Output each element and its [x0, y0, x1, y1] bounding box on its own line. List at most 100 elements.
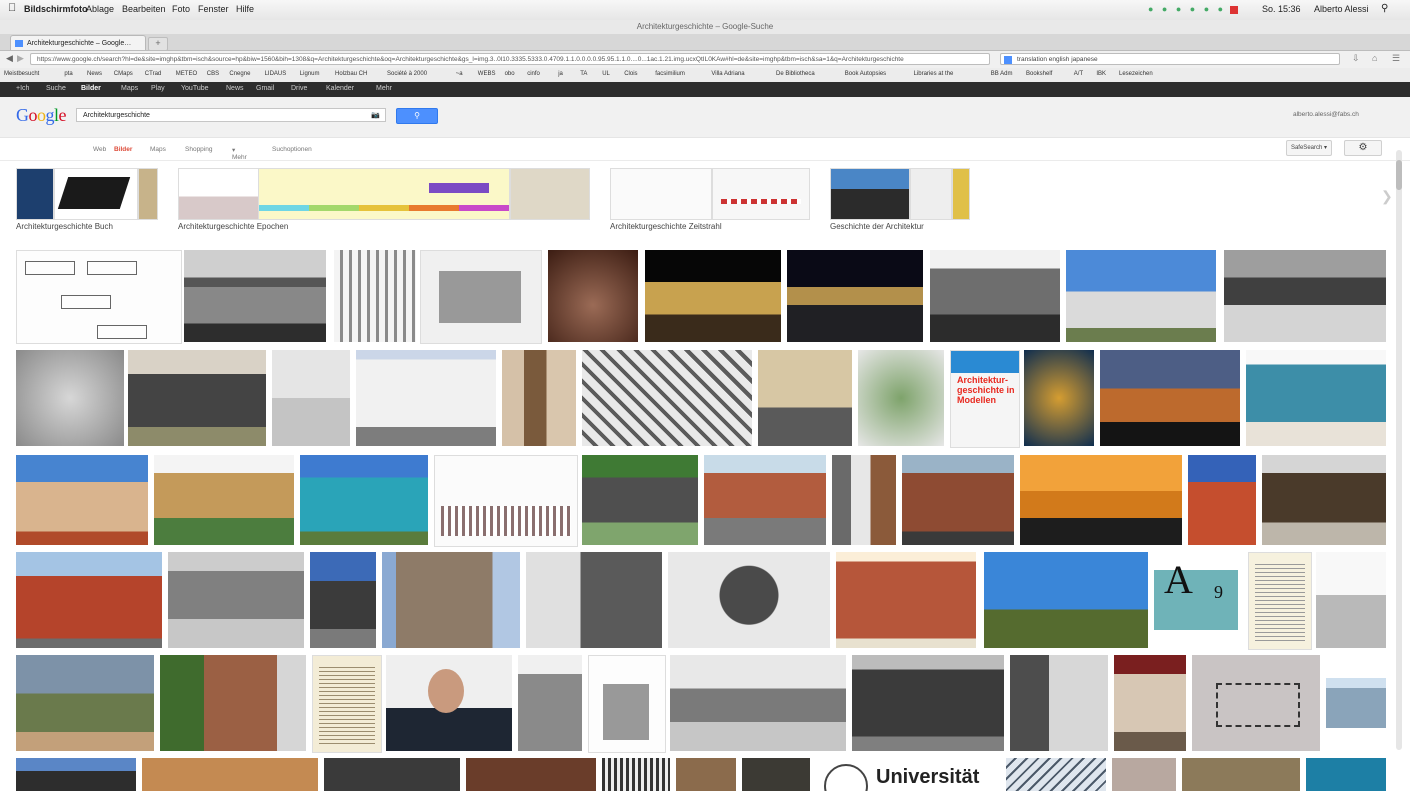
- gbar-item[interactable]: Drive: [291, 85, 307, 92]
- result-image[interactable]: [668, 552, 830, 648]
- result-image[interactable]: [548, 250, 638, 342]
- result-image[interactable]: [160, 655, 306, 751]
- tab-shopping[interactable]: Shopping: [185, 146, 212, 153]
- result-image[interactable]: [836, 552, 976, 648]
- result-image[interactable]: [142, 758, 318, 791]
- related-thumb-3b[interactable]: [712, 168, 810, 220]
- result-image[interactable]: [334, 250, 416, 342]
- result-image[interactable]: [1066, 250, 1216, 342]
- result-image[interactable]: [1024, 350, 1094, 446]
- result-image[interactable]: [356, 350, 496, 446]
- bookmark-item[interactable]: Holzbau CH: [335, 71, 367, 77]
- gbar-item[interactable]: Maps: [121, 85, 138, 92]
- gbar-item[interactable]: Mehr: [376, 85, 392, 92]
- gbar-item[interactable]: Kalender: [326, 85, 354, 92]
- result-image[interactable]: [582, 350, 752, 446]
- gbar-item[interactable]: News: [226, 85, 244, 92]
- bookmark-item[interactable]: Clois: [624, 71, 637, 77]
- bookmark-item[interactable]: CMaps: [114, 71, 133, 77]
- related-label-2[interactable]: Architekturgeschichte Epochen: [178, 222, 288, 231]
- result-image[interactable]: [1188, 455, 1256, 545]
- menu-hilfe[interactable]: Hilfe: [236, 4, 254, 14]
- result-image[interactable]: [300, 455, 428, 545]
- spotlight-search-icon[interactable]: ⚲: [1381, 3, 1388, 14]
- menu-foto[interactable]: Foto: [172, 4, 190, 14]
- result-image[interactable]: [902, 455, 1014, 545]
- result-image[interactable]: [602, 758, 670, 791]
- bookmark-item[interactable]: UL: [602, 71, 610, 77]
- url-bar[interactable]: https://www.google.ch/search?hl=de&site=…: [30, 53, 990, 65]
- related-thumb-2b[interactable]: [258, 168, 510, 220]
- menubar-clock[interactable]: So. 15:36: [1262, 4, 1301, 14]
- gbar-item[interactable]: Bilder: [81, 85, 101, 92]
- menu-ablage[interactable]: Ablage: [86, 4, 114, 14]
- new-tab-button[interactable]: +: [148, 37, 168, 51]
- result-image[interactable]: [526, 552, 662, 648]
- result-image[interactable]: [1112, 758, 1176, 791]
- result-image[interactable]: A 9: [1154, 552, 1242, 648]
- result-image[interactable]: [852, 655, 1004, 751]
- tab-bilder[interactable]: Bilder: [114, 146, 132, 153]
- bookmark-item[interactable]: Société à 2000: [387, 71, 427, 77]
- related-label-1[interactable]: Architekturgeschichte Buch: [16, 222, 113, 231]
- result-image[interactable]: [1192, 655, 1320, 751]
- bookmark-item[interactable]: ja: [558, 71, 563, 77]
- gbar-item[interactable]: Suche: [46, 85, 66, 92]
- gbar-item[interactable]: Play: [151, 85, 165, 92]
- bookmark-item[interactable]: CBS: [207, 71, 219, 77]
- result-image[interactable]: [466, 758, 596, 791]
- bookmark-item[interactable]: Villa Adriana: [711, 71, 744, 77]
- menu-bearbeiten[interactable]: Bearbeiten: [122, 4, 166, 14]
- result-image[interactable]: [272, 350, 350, 446]
- account-user[interactable]: alberto.alessi@fabs.ch: [1293, 111, 1359, 118]
- result-image[interactable]: [386, 655, 512, 751]
- menubar-user[interactable]: Alberto Alessi: [1314, 4, 1369, 14]
- bookmark-item[interactable]: pta: [64, 71, 72, 77]
- bookmark-item[interactable]: obo: [505, 71, 515, 77]
- result-image[interactable]: [154, 455, 294, 545]
- result-image[interactable]: [984, 552, 1148, 648]
- result-image[interactable]: [670, 655, 846, 751]
- bookmark-item[interactable]: METEO: [176, 71, 197, 77]
- menu-app-name[interactable]: Bildschirmfoto: [24, 4, 88, 14]
- bookmark-item[interactable]: Meistbesucht: [4, 71, 39, 77]
- related-thumb-2c[interactable]: [510, 168, 590, 220]
- menu-fenster[interactable]: Fenster: [198, 4, 229, 14]
- result-image[interactable]: [518, 655, 582, 751]
- bookmark-item[interactable]: CTrad: [145, 71, 161, 77]
- bookmark-item[interactable]: De Bibliotheca: [776, 71, 815, 77]
- download-icon[interactable]: ⇩: [1352, 53, 1360, 64]
- result-image[interactable]: [787, 250, 923, 342]
- home-icon[interactable]: ⌂: [1372, 53, 1377, 63]
- safesearch-button[interactable]: SafeSearch ▾: [1286, 140, 1332, 156]
- result-image[interactable]: [1316, 552, 1386, 648]
- status-icons[interactable]: ● ● ● ● ● ●: [1148, 4, 1226, 14]
- search-engine-icon[interactable]: [1004, 56, 1012, 64]
- result-image[interactable]: [1010, 655, 1108, 751]
- result-image[interactable]: [16, 455, 148, 545]
- result-image[interactable]: [758, 350, 852, 446]
- result-image[interactable]: [1114, 655, 1186, 751]
- result-image[interactable]: [16, 350, 124, 446]
- gbar-item[interactable]: YouTube: [181, 85, 209, 92]
- bookmark-item[interactable]: Book Autopsies: [845, 71, 886, 77]
- related-thumb-4b[interactable]: [910, 168, 952, 220]
- result-image[interactable]: [1182, 758, 1300, 791]
- result-image[interactable]: Architektur-geschichte in Modellen: [950, 350, 1020, 448]
- bookmark-item[interactable]: cinfo: [527, 71, 540, 77]
- result-image[interactable]: [1248, 552, 1312, 650]
- flag-icon[interactable]: [1230, 6, 1238, 14]
- tab-web[interactable]: Web: [93, 146, 106, 153]
- search-input[interactable]: Architekturgeschichte: [76, 108, 386, 122]
- bookmark-item[interactable]: Bookshelf: [1026, 71, 1052, 77]
- bookmark-item[interactable]: Lignum: [300, 71, 320, 77]
- result-image[interactable]: [676, 758, 736, 791]
- result-image[interactable]: [645, 250, 781, 342]
- google-logo[interactable]: Google: [16, 105, 66, 126]
- gear-icon[interactable]: ⚙: [1344, 140, 1382, 156]
- related-thumb-4c[interactable]: [952, 168, 970, 220]
- bookmark-item[interactable]: Lesezeichen: [1119, 71, 1153, 77]
- bookmark-item[interactable]: TA: [580, 71, 587, 77]
- tab-maps[interactable]: Maps: [150, 146, 166, 153]
- result-image[interactable]: [168, 552, 304, 648]
